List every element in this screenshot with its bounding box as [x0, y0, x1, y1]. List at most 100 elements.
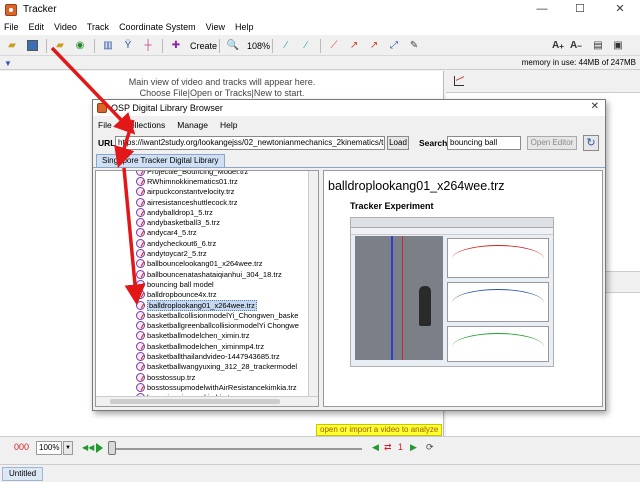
- hint-banner: open or import a video to analyze: [316, 424, 443, 436]
- thumb-curve: [452, 333, 544, 361]
- menu-edit[interactable]: Edit: [29, 22, 45, 32]
- tracker-file-icon: [136, 351, 145, 361]
- list-item-label: bouncing ball model: [147, 279, 214, 289]
- chevron-down-icon[interactable]: ▼: [63, 441, 73, 455]
- open-editor-button[interactable]: Open Editor: [527, 136, 577, 150]
- tree-vertical-scrollbar[interactable]: [308, 171, 318, 397]
- tracker-file-icon: [136, 187, 145, 197]
- tab-untitled[interactable]: Untitled: [2, 467, 44, 481]
- list-item[interactable]: bosstossupmodelwithAirResistancekimkia.t…: [136, 382, 299, 392]
- reset-icon[interactable]: ◀◀: [82, 443, 94, 452]
- font-larger-icon[interactable]: A +: [550, 38, 566, 54]
- list-item[interactable]: bouncing ball model: [136, 279, 299, 289]
- menu-view[interactable]: View: [206, 22, 225, 32]
- list-item-label: basketballmodelchen_ximinmp4.trz: [147, 341, 265, 351]
- list-item[interactable]: RWhimnokkinematics01.trz: [136, 176, 299, 186]
- list-item[interactable]: basketballgreenballcollisionmodelYi Chon…: [136, 320, 299, 331]
- thumb-toolbar: [351, 228, 553, 235]
- font-smaller-icon[interactable]: A −: [568, 38, 584, 54]
- preview-title: balldroplookang01_x264wee.trz: [328, 179, 505, 193]
- search-input[interactable]: bouncing ball: [447, 136, 521, 150]
- load-button[interactable]: Load: [387, 136, 409, 150]
- list-item[interactable]: andycar4_5.trz: [136, 228, 299, 238]
- dialog-menu-bar: File Collections Manage Help: [93, 117, 605, 132]
- loop-icon[interactable]: ⟳: [426, 442, 434, 453]
- menu-file[interactable]: File: [4, 22, 19, 32]
- menu-help[interactable]: Help: [235, 22, 254, 32]
- step-back-icon[interactable]: ◀: [372, 442, 379, 453]
- fullscreen-icon[interactable]: ▣: [610, 38, 626, 54]
- dialog-menu-collections[interactable]: Collections: [124, 120, 166, 130]
- memory-readout[interactable]: memory in use: 44MB of 247MB: [522, 58, 636, 67]
- tab-singapore-library[interactable]: Singapore Tracker Digital Library: [96, 154, 225, 167]
- dialog-menu-manage[interactable]: Manage: [177, 120, 208, 130]
- step-count[interactable]: 1: [398, 442, 403, 452]
- scroll-thumb[interactable]: [110, 399, 280, 404]
- clip-icon[interactable]: ▥: [100, 38, 116, 54]
- list-item[interactable]: bosstossup.trz: [136, 372, 299, 382]
- expand-triangle-icon[interactable]: ▼: [4, 59, 12, 68]
- player-zoom-field[interactable]: 100%: [36, 441, 62, 455]
- list-item[interactable]: ballbouncelookang01_x264wee.trz: [136, 259, 299, 269]
- axes-icon[interactable]: ┼: [140, 38, 156, 54]
- trail-icon[interactable]: ⟋: [326, 38, 342, 54]
- frame-slider-knob[interactable]: [108, 441, 116, 455]
- open-folder-icon[interactable]: ▰: [4, 38, 20, 54]
- list-item[interactable]: andybasketball3_5.trz: [136, 217, 299, 228]
- position-icon[interactable]: ∕: [298, 38, 314, 54]
- menu-video[interactable]: Video: [54, 22, 77, 32]
- collection-tree[interactable]: Projectile_Bouncing_Model.trz RWhimnokkin…: [95, 170, 319, 407]
- preview-thumbnail[interactable]: [350, 217, 554, 367]
- url-input[interactable]: https://iwant2study.org/lookangejss/02_n…: [115, 136, 385, 150]
- list-item[interactable]: andycheckout6_6.trz: [136, 238, 299, 248]
- list-item[interactable]: basketballmodelchen_ximinmp4.trz: [136, 341, 299, 351]
- minimize-button[interactable]: —: [528, 0, 556, 19]
- step-size-icon[interactable]: ⇄: [384, 442, 392, 453]
- close-button[interactable]: ✕: [606, 0, 634, 19]
- open-library-icon[interactable]: ▰: [52, 38, 68, 54]
- create-track-icon[interactable]: ✚: [168, 38, 184, 54]
- play-icon[interactable]: [96, 443, 103, 453]
- list-item[interactable]: basketballwangyuxing_312_28_trackermodel: [136, 362, 299, 372]
- frame-number[interactable]: 000: [14, 442, 29, 452]
- tracker-file-icon: [136, 238, 145, 248]
- dialog-menu-help[interactable]: Help: [220, 120, 237, 130]
- create-button[interactable]: Create: [190, 41, 217, 51]
- dialog-close-icon[interactable]: ✕: [591, 101, 599, 112]
- main-toolbar: ▰ ▰ ◉ ▥ Ÿ ┼ ✚ Create 🔍 108% ⁄ ∕ ⟋ ↗ ↗ ⤢ …: [0, 36, 640, 56]
- list-item[interactable]: andyballdrop1_5.trz: [136, 207, 299, 217]
- frame-slider-track[interactable]: [112, 448, 362, 450]
- list-item[interactable]: andytoycar2_5.trz: [136, 248, 299, 259]
- menu-coordinate-system[interactable]: Coordinate System: [119, 22, 196, 32]
- tree-horizontal-scrollbar[interactable]: [96, 396, 318, 406]
- list-item[interactable]: balldropbounce4x.trz: [136, 290, 299, 300]
- digital-library-dialog: OSP Digital Library Browser ✕ File Colle…: [92, 99, 606, 411]
- list-item[interactable]: ballbouncenatashataiqianhui_304_18.trz: [136, 269, 299, 279]
- notes-icon[interactable]: ▤: [590, 38, 606, 54]
- list-item[interactable]: basketballmodelchen_ximin.trz: [136, 331, 299, 341]
- magnifier-icon[interactable]: 🔍: [225, 38, 241, 54]
- save-icon[interactable]: [24, 38, 40, 54]
- acceleration-icon[interactable]: ↗: [366, 38, 382, 54]
- list-item[interactable]: airpuckconstantvelocity.trz: [136, 187, 299, 197]
- list-item-label: andybasketball3_5.trz: [147, 218, 220, 228]
- list-item-selected[interactable]: balldroplookang01_x264wee.trz: [136, 299, 299, 311]
- step-forward-icon[interactable]: ▶: [410, 442, 417, 453]
- pencil-icon[interactable]: ✎: [406, 38, 422, 54]
- xmass-icon[interactable]: ⤢: [386, 38, 402, 54]
- clip-settings-icon[interactable]: ◉: [72, 38, 88, 54]
- list-item[interactable]: basketballthailandvideo-1447943685.trz: [136, 351, 299, 361]
- list-item[interactable]: basketballcollisionmodelYi_Chongwen_bask…: [136, 310, 299, 320]
- thumb-track-blue: [391, 236, 393, 360]
- velocity-icon[interactable]: ↗: [346, 38, 362, 54]
- menu-track[interactable]: Track: [87, 22, 109, 32]
- plot-icon[interactable]: [454, 76, 464, 86]
- calibration-icon[interactable]: Ÿ: [120, 38, 136, 54]
- list-item[interactable]: airresistanceshuttlecock.trz: [136, 197, 299, 207]
- trace-icon[interactable]: ⁄: [278, 38, 294, 54]
- zoom-level[interactable]: 108%: [247, 41, 270, 51]
- tracker-file-icon: [136, 310, 145, 320]
- dialog-menu-file[interactable]: File: [98, 120, 112, 130]
- refresh-icon[interactable]: ↻: [583, 135, 599, 151]
- maximize-button[interactable]: ☐: [566, 0, 594, 19]
